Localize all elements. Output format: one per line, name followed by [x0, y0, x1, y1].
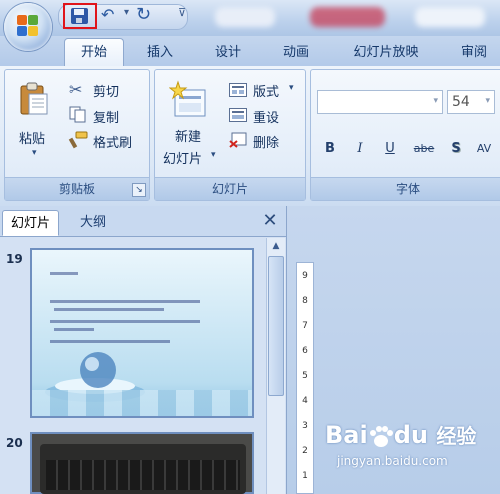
scissors-icon[interactable]: ✂: [69, 80, 82, 99]
copy-button[interactable]: 复制: [93, 107, 119, 126]
paste-button[interactable]: 粘贴: [19, 128, 45, 147]
watermark-suffix: 经验: [436, 424, 477, 448]
tab-design[interactable]: 设计: [200, 42, 256, 64]
slide-number-20: 20: [6, 436, 23, 450]
qat-save-button[interactable]: [63, 3, 97, 29]
reset-icon[interactable]: [229, 107, 247, 122]
underline-button[interactable]: U: [377, 138, 403, 160]
ribbon: 粘贴 ▾ ✂ 剪切 复制 格式刷 剪贴板 ↘ 新建 幻灯片 ▾ 版式 ▾ 重设 …: [0, 66, 500, 207]
tab-review[interactable]: 审阅: [448, 42, 500, 64]
paste-icon[interactable]: [19, 82, 49, 116]
save-icon: [71, 8, 88, 24]
office-button[interactable]: [4, 3, 52, 51]
layout-dropdown-icon[interactable]: ▾: [289, 83, 294, 93]
tab-slideshow[interactable]: 幻灯片放映: [340, 42, 432, 64]
watermark-brand-tail: du: [393, 421, 428, 449]
new-slide-label-1[interactable]: 新建: [175, 126, 201, 145]
cut-button[interactable]: 剪切: [93, 81, 119, 100]
watermark-brand: Bai: [325, 421, 368, 449]
clipboard-group: 粘贴 ▾ ✂ 剪切 复制 格式刷 剪贴板 ↘: [4, 69, 150, 201]
clipboard-group-label: 剪贴板: [5, 177, 149, 200]
pane-scrollbar[interactable]: ▲: [266, 238, 285, 494]
text-shadow-button[interactable]: S: [443, 138, 469, 160]
new-slide-icon[interactable]: [168, 80, 209, 120]
clipboard-dialog-launcher-icon[interactable]: ↘: [132, 183, 146, 197]
paw-icon: [368, 426, 394, 447]
vertical-ruler: 9 8 7 6 5 4 3 2 1: [296, 262, 314, 494]
tab-home[interactable]: 开始: [64, 38, 124, 66]
layout-button[interactable]: 版式: [253, 81, 279, 100]
slide-number-19: 19: [6, 252, 23, 266]
ruler-tick: 7: [302, 321, 308, 331]
scroll-up-icon[interactable]: ▲: [268, 238, 284, 254]
tab-outline[interactable]: 大纲: [72, 210, 114, 236]
italic-button[interactable]: I: [347, 138, 373, 160]
watermark-url: jingyan.baidu.com: [337, 454, 448, 468]
paste-dropdown-icon[interactable]: ▾: [32, 148, 37, 158]
tab-insert[interactable]: 插入: [132, 42, 188, 64]
ruler-tick: 2: [302, 446, 308, 456]
delete-button[interactable]: 删除: [253, 132, 279, 151]
undo-icon[interactable]: ↶: [101, 6, 119, 24]
ruler-tick: 3: [302, 421, 308, 431]
layout-icon[interactable]: [229, 82, 247, 97]
copy-icon[interactable]: [69, 106, 86, 123]
ruler-tick: 6: [302, 346, 308, 356]
pane-tab-bar: 幻灯片 大纲 ✕: [0, 206, 286, 237]
ribbon-tab-bar: 开始 插入 设计 动画 幻灯片放映 审阅: [0, 36, 500, 66]
font-group: ▾ 54 ▾ B I U abe S AV 字体: [310, 69, 500, 201]
slide-thumbnail-20[interactable]: [30, 432, 254, 494]
window-title-blurred: [215, 7, 495, 27]
new-slide-dropdown-icon[interactable]: ▾: [211, 150, 216, 160]
close-icon[interactable]: ✕: [260, 211, 280, 231]
ruler-tick: 4: [302, 396, 308, 406]
redo-icon[interactable]: ↻: [136, 6, 156, 24]
font-size-dropdown-icon[interactable]: ▾: [485, 96, 490, 106]
bold-button[interactable]: B: [317, 138, 343, 160]
ruler-tick: 8: [302, 296, 308, 306]
title-bar: ↶ ▾ ↻ ⊽: [0, 0, 500, 36]
customize-qat-icon[interactable]: ⊽: [178, 6, 186, 19]
chevron-down-icon[interactable]: ▾: [124, 7, 129, 18]
font-name-combobox[interactable]: ▾: [317, 90, 443, 114]
font-size-combobox[interactable]: 54 ▾: [447, 90, 495, 114]
format-painter-button[interactable]: 格式刷: [93, 132, 132, 151]
slides-group-label: 幻灯片: [155, 177, 305, 200]
font-size-value: 54: [452, 94, 470, 110]
slides-group: 新建 幻灯片 ▾ 版式 ▾ 重设 删除 幻灯片: [154, 69, 306, 201]
character-spacing-button[interactable]: AV: [471, 138, 497, 160]
ruler-tick: 5: [302, 371, 308, 381]
format-painter-icon[interactable]: [68, 131, 88, 149]
ruler-tick: 9: [302, 271, 308, 281]
baidu-jingyan-watermark: Bai du 经验 jingyan.baidu.com: [325, 420, 500, 480]
font-name-dropdown-icon[interactable]: ▾: [433, 96, 438, 106]
tab-slides[interactable]: 幻灯片: [2, 210, 60, 236]
new-slide-label-2[interactable]: 幻灯片: [163, 148, 202, 167]
scrollbar-thumb[interactable]: [268, 256, 284, 396]
font-group-label: 字体: [311, 177, 500, 200]
tab-animations[interactable]: 动画: [268, 42, 324, 64]
office-logo-icon: [17, 15, 39, 37]
slide-thumbnail-19[interactable]: [30, 248, 254, 418]
ruler-tick: 1: [302, 471, 308, 481]
strikethrough-button[interactable]: abe: [407, 138, 441, 160]
reset-button[interactable]: 重设: [253, 107, 279, 126]
delete-slide-icon[interactable]: [229, 132, 247, 148]
